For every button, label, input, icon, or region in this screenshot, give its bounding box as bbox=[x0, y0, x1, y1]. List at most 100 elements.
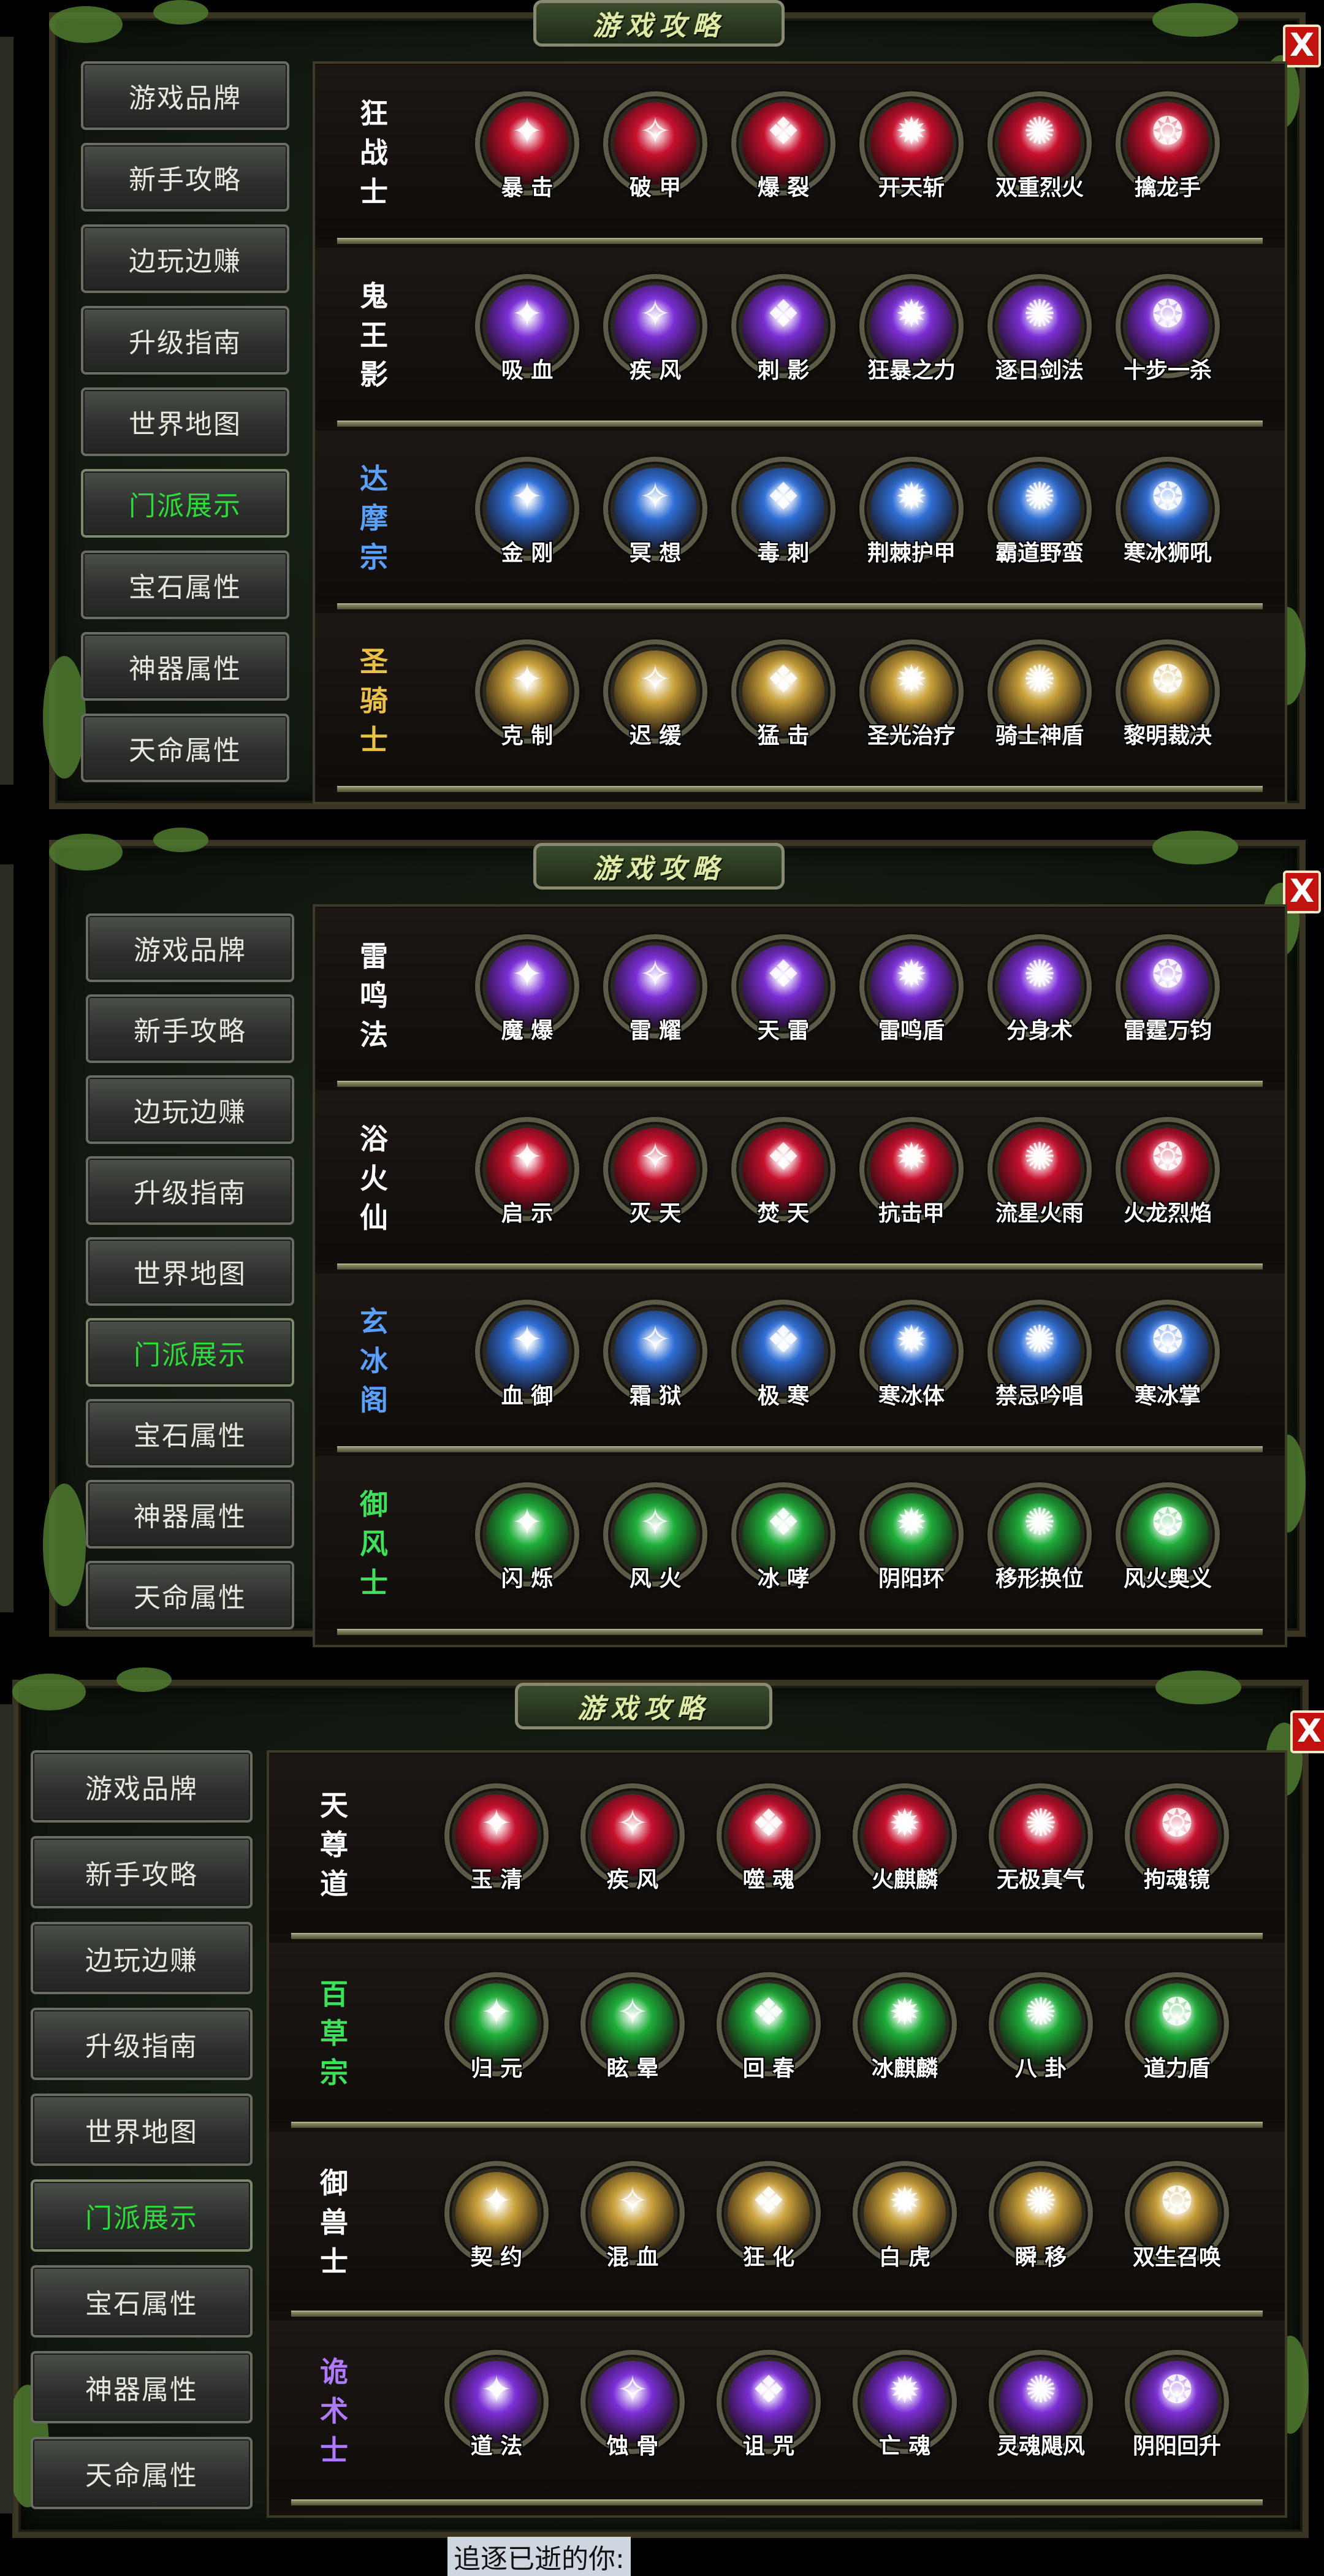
nav-button[interactable]: 神器属性 bbox=[31, 2351, 253, 2423]
nav-button[interactable]: 游戏品牌 bbox=[86, 913, 294, 982]
nav-button[interactable]: 宝石属性 bbox=[86, 1399, 294, 1468]
nav-button[interactable]: 游戏品牌 bbox=[31, 1750, 253, 1823]
skill-icon[interactable]: ❂ 十步一杀 bbox=[1116, 274, 1220, 391]
skill-icon[interactable]: ✺ 灵魂飓风 bbox=[989, 2350, 1093, 2466]
nav-button[interactable]: 新手攻略 bbox=[31, 1836, 253, 1908]
skill-icon[interactable]: ❖ 天 雷 bbox=[731, 934, 835, 1051]
skill-icon[interactable]: ✦ 魔 爆 bbox=[475, 934, 579, 1051]
skill-icon[interactable]: ✹ 寒冰体 bbox=[859, 1300, 964, 1416]
skill-icon[interactable]: ✺ 逐日剑法 bbox=[987, 274, 1092, 391]
skill-icon[interactable]: ❖ 刺 影 bbox=[731, 274, 835, 391]
skill-icon[interactable]: ❂ 黎明裁决 bbox=[1116, 639, 1220, 756]
skill-icon[interactable]: ✺ 骑士神盾 bbox=[987, 639, 1092, 756]
close-button[interactable]: X bbox=[1290, 1710, 1324, 1753]
skill-icon[interactable]: ✦ 归 元 bbox=[444, 1972, 549, 2089]
skill-icon[interactable]: ✺ 移形换位 bbox=[987, 1482, 1092, 1599]
close-button[interactable]: X bbox=[1283, 871, 1321, 913]
skill-icon[interactable]: ✺ 瞬 移 bbox=[989, 2161, 1093, 2277]
nav-button[interactable]: 新手攻略 bbox=[81, 143, 289, 211]
skill-icon[interactable]: ✧ 混 血 bbox=[580, 2161, 685, 2277]
skill-icon[interactable]: ❖ 爆 裂 bbox=[731, 91, 835, 208]
skill-icon[interactable]: ✧ 迟 缓 bbox=[603, 639, 707, 756]
skill-icon[interactable]: ✹ 亡 魂 bbox=[853, 2350, 957, 2466]
skill-icon[interactable]: ✺ 霸道野蛮 bbox=[987, 457, 1092, 573]
skill-icon[interactable]: ✹ 冰麒麟 bbox=[853, 1972, 957, 2089]
nav-button[interactable]: 神器属性 bbox=[86, 1480, 294, 1549]
skill-icon[interactable]: ✺ 无极真气 bbox=[989, 1783, 1093, 1900]
skill-icon[interactable]: ❂ 风火奥义 bbox=[1116, 1482, 1220, 1599]
nav-button[interactable]: 天命属性 bbox=[81, 714, 289, 782]
skill-icon[interactable]: ❂ 雷霆万钧 bbox=[1116, 934, 1220, 1051]
skill-icon[interactable]: ❖ 冰 哮 bbox=[731, 1482, 835, 1599]
nav-button[interactable]: 升级指南 bbox=[31, 2008, 253, 2080]
skill-icon[interactable]: ❖ 毒 刺 bbox=[731, 457, 835, 573]
skill-icon[interactable]: ✺ 流星火雨 bbox=[987, 1117, 1092, 1233]
skill-icon[interactable]: ✦ 道 法 bbox=[444, 2350, 549, 2466]
skill-icon[interactable]: ❖ 焚 天 bbox=[731, 1117, 835, 1233]
skill-icon[interactable]: ✦ 克 制 bbox=[475, 639, 579, 756]
skill-icon[interactable]: ❖ 噬 魂 bbox=[717, 1783, 821, 1900]
skill-icon[interactable]: ✺ 分身术 bbox=[987, 934, 1092, 1051]
skill-icon[interactable]: ✦ 契 约 bbox=[444, 2161, 549, 2277]
skill-icon[interactable]: ✺ 禁忌吟唱 bbox=[987, 1300, 1092, 1416]
skill-icon[interactable]: ✹ 开天斩 bbox=[859, 91, 964, 208]
nav-button[interactable]: 门派展示 bbox=[81, 469, 289, 538]
nav-button[interactable]: 宝石属性 bbox=[81, 551, 289, 619]
nav-button[interactable]: 边玩边赚 bbox=[31, 1922, 253, 1994]
skill-icon[interactable]: ✦ 金 刚 bbox=[475, 457, 579, 573]
skill-icon[interactable]: ✦ 启 示 bbox=[475, 1117, 579, 1233]
nav-button[interactable]: 门派展示 bbox=[31, 2179, 253, 2252]
nav-button[interactable]: 升级指南 bbox=[86, 1156, 294, 1225]
skill-icon[interactable]: ✧ 灭 天 bbox=[603, 1117, 707, 1233]
skill-icon[interactable]: ✧ 疾 风 bbox=[603, 274, 707, 391]
nav-button[interactable]: 升级指南 bbox=[81, 306, 289, 375]
skill-icon[interactable]: ✹ 阴阳环 bbox=[859, 1482, 964, 1599]
skill-icon[interactable]: ✹ 火麒麟 bbox=[853, 1783, 957, 1900]
skill-icon[interactable]: ✺ 八 卦 bbox=[989, 1972, 1093, 2089]
skill-icon[interactable]: ✹ 荆棘护甲 bbox=[859, 457, 964, 573]
skill-icon[interactable]: ❂ 寒冰掌 bbox=[1116, 1300, 1220, 1416]
nav-button[interactable]: 宝石属性 bbox=[31, 2265, 253, 2338]
skill-icon[interactable]: ❂ 拘魂镜 bbox=[1125, 1783, 1229, 1900]
skill-icon[interactable]: ✹ 雷鸣盾 bbox=[859, 934, 964, 1051]
skill-icon[interactable]: ❂ 擒龙手 bbox=[1116, 91, 1220, 208]
skill-icon[interactable]: ✧ 雷 耀 bbox=[603, 934, 707, 1051]
close-button[interactable]: X bbox=[1283, 25, 1321, 67]
nav-button[interactable]: 边玩边赚 bbox=[81, 224, 289, 293]
skill-icon[interactable]: ✦ 血 御 bbox=[475, 1300, 579, 1416]
skill-icon[interactable]: ✧ 风 火 bbox=[603, 1482, 707, 1599]
skill-icon[interactable]: ✧ 破 甲 bbox=[603, 91, 707, 208]
nav-button[interactable]: 天命属性 bbox=[86, 1561, 294, 1629]
nav-button[interactable]: 新手攻略 bbox=[86, 994, 294, 1063]
skill-icon[interactable]: ❂ 火龙烈焰 bbox=[1116, 1117, 1220, 1233]
skill-icon[interactable]: ❖ 狂 化 bbox=[717, 2161, 821, 2277]
skill-icon[interactable]: ✹ 狂暴之力 bbox=[859, 274, 964, 391]
skill-icon[interactable]: ✹ 白 虎 bbox=[853, 2161, 957, 2277]
skill-icon[interactable]: ❖ 猛 击 bbox=[731, 639, 835, 756]
skill-icon[interactable]: ✺ 双重烈火 bbox=[987, 91, 1092, 208]
skill-icon[interactable]: ❂ 阴阳回升 bbox=[1125, 2350, 1229, 2466]
nav-button[interactable]: 世界地图 bbox=[86, 1237, 294, 1306]
skill-icon[interactable]: ✹ 圣光治疗 bbox=[859, 639, 964, 756]
skill-icon[interactable]: ❂ 双生召唤 bbox=[1125, 2161, 1229, 2277]
skill-icon[interactable]: ✦ 玉 清 bbox=[444, 1783, 549, 1900]
skill-icon[interactable]: ❂ 寒冰狮吼 bbox=[1116, 457, 1220, 573]
nav-button[interactable]: 边玩边赚 bbox=[86, 1075, 294, 1144]
skill-icon[interactable]: ✦ 吸 血 bbox=[475, 274, 579, 391]
skill-icon[interactable]: ✦ 闪 烁 bbox=[475, 1482, 579, 1599]
skill-icon[interactable]: ✧ 蚀 骨 bbox=[580, 2350, 685, 2466]
nav-button[interactable]: 天命属性 bbox=[31, 2437, 253, 2509]
skill-icon[interactable]: ❖ 诅 咒 bbox=[717, 2350, 821, 2466]
skill-icon[interactable]: ✧ 疾 风 bbox=[580, 1783, 685, 1900]
skill-icon[interactable]: ❂ 道力盾 bbox=[1125, 1972, 1229, 2089]
skill-icon[interactable]: ✧ 眩 晕 bbox=[580, 1972, 685, 2089]
skill-icon[interactable]: ✦ 暴 击 bbox=[475, 91, 579, 208]
skill-icon[interactable]: ❖ 回 春 bbox=[717, 1972, 821, 2089]
skill-icon[interactable]: ✧ 霜 狱 bbox=[603, 1300, 707, 1416]
nav-button[interactable]: 门派展示 bbox=[86, 1318, 294, 1387]
skill-icon[interactable]: ❖ 极 寒 bbox=[731, 1300, 835, 1416]
skill-icon[interactable]: ✹ 抗击甲 bbox=[859, 1117, 964, 1233]
nav-button[interactable]: 世界地图 bbox=[31, 2094, 253, 2166]
skill-icon[interactable]: ✧ 冥 想 bbox=[603, 457, 707, 573]
nav-button[interactable]: 世界地图 bbox=[81, 387, 289, 456]
